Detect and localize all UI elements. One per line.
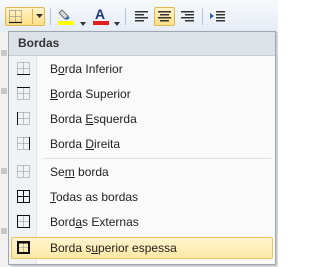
toolbar-separator — [202, 8, 203, 25]
font-color-dropdown-arrow-icon[interactable] — [114, 13, 120, 31]
split-divider — [32, 9, 33, 24]
svg-text:A: A — [95, 7, 105, 22]
align-right-button[interactable] — [178, 7, 197, 26]
toolbar: A — [0, 0, 278, 33]
border-right-icon — [17, 137, 30, 150]
all-borders-icon — [17, 190, 30, 203]
align-left-icon[interactable] — [132, 7, 151, 26]
align-right-icon[interactable] — [178, 7, 197, 26]
highlight-color-button[interactable] — [57, 7, 77, 26]
border-left-icon — [17, 112, 30, 125]
thick-top-border-icon — [17, 241, 30, 254]
edge-marker — [1, 88, 7, 94]
highlight-color-icon[interactable] — [57, 7, 77, 26]
menu-item-label: Sem borda — [50, 165, 109, 179]
menu-item-label: Borda Inferior — [50, 62, 123, 76]
menu-item-label: Borda Esquerda — [50, 112, 137, 126]
menu-item-no-border[interactable]: Sem borda — [11, 161, 273, 183]
indent-icon[interactable] — [208, 7, 227, 26]
borders-split-button[interactable] — [5, 7, 45, 26]
menu-item-border-top[interactable]: Borda Superior — [11, 83, 273, 105]
menu-separator — [43, 158, 271, 159]
worksheet-edge — [0, 32, 8, 267]
font-color-button[interactable]: A — [92, 7, 112, 26]
menu-item-label: Todas as bordas — [50, 190, 139, 204]
outside-borders-icon — [17, 215, 30, 228]
align-left-button[interactable] — [132, 7, 151, 26]
menu-item-label: Bordas Externas — [50, 215, 139, 229]
menu-item-label: Borda superior espessa — [50, 241, 177, 255]
toolbar-separator — [50, 8, 51, 25]
menu-item-border-left[interactable]: Borda Esquerda — [11, 108, 273, 130]
align-center-button[interactable] — [154, 7, 175, 26]
menu-item-border-right[interactable]: Borda Direita — [11, 133, 273, 155]
dropdown-arrow-icon[interactable] — [36, 14, 43, 18]
menu-item-border-bottom[interactable]: Borda Inferior — [11, 58, 273, 80]
edge-marker — [1, 50, 7, 56]
menu-item-outside-borders[interactable]: Bordas Externas — [11, 211, 273, 233]
toolbar-separator — [125, 8, 126, 25]
menu-item-label: Borda Direita — [50, 137, 121, 151]
menu-item-thick-top-border[interactable]: Borda superior espessa — [11, 237, 273, 259]
menu-item-label: Borda Superior — [50, 87, 131, 101]
borders-icon[interactable] — [8, 9, 24, 25]
border-bottom-icon — [17, 62, 30, 75]
edge-marker — [1, 228, 7, 234]
app-window: A Bordas Borda Inferior Borda Superior B… — [0, 0, 278, 267]
align-center-icon[interactable] — [155, 8, 174, 25]
highlight-dropdown-arrow-icon[interactable] — [80, 13, 86, 31]
indent-button[interactable] — [208, 7, 227, 26]
menu-title: Bordas — [9, 32, 275, 56]
edge-marker — [1, 168, 7, 174]
font-color-icon[interactable]: A — [92, 7, 112, 26]
borders-dropdown-menu: Bordas Borda Inferior Borda Superior Bor… — [8, 31, 276, 265]
no-border-icon — [17, 165, 30, 178]
border-top-icon — [17, 87, 30, 100]
menu-item-all-borders[interactable]: Todas as bordas — [11, 186, 273, 208]
